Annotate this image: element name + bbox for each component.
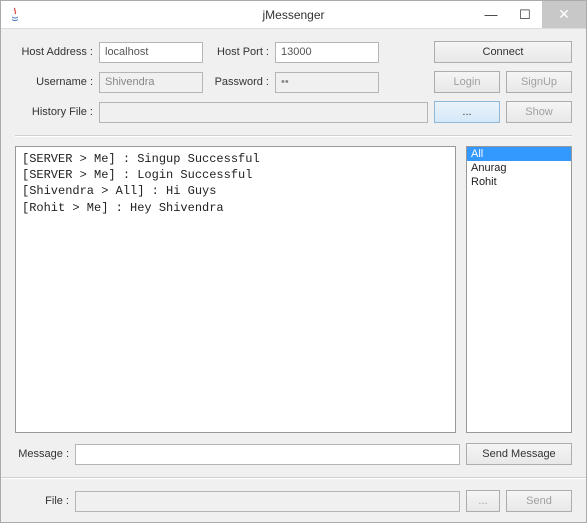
history-show-button[interactable]: Show: [506, 101, 572, 123]
separator-top: [15, 135, 572, 136]
history-file-input[interactable]: [99, 102, 428, 123]
chat-log[interactable]: [SERVER > Me] : Singup Successful [SERVE…: [15, 146, 456, 433]
minimize-button[interactable]: —: [474, 1, 508, 28]
auth-row: Username : Password : Login SignUp: [15, 71, 572, 93]
password-label: Password :: [209, 76, 269, 88]
host-port-label: Host Port :: [209, 46, 269, 58]
titlebar: jMessenger — ☐ ✕: [1, 1, 586, 29]
history-browse-button[interactable]: ...: [434, 101, 500, 123]
message-input[interactable]: [75, 444, 460, 465]
file-input[interactable]: [75, 491, 460, 512]
file-send-button[interactable]: Send: [506, 490, 572, 512]
user-list-item[interactable]: All: [467, 147, 571, 161]
window-title: jMessenger: [262, 8, 324, 22]
host-address-label: Host Address :: [15, 46, 93, 58]
password-input[interactable]: [275, 72, 379, 93]
connect-button[interactable]: Connect: [434, 41, 572, 63]
user-list[interactable]: All Anurag Rohit: [466, 146, 572, 433]
user-list-item[interactable]: Anurag: [467, 161, 571, 175]
history-file-label: History File :: [15, 106, 93, 118]
host-address-input[interactable]: [99, 42, 203, 63]
file-group: File : ... Send: [1, 477, 586, 512]
main-area: [SERVER > Me] : Singup Successful [SERVE…: [15, 146, 572, 433]
file-label: File :: [15, 495, 69, 507]
file-browse-button[interactable]: ...: [466, 490, 500, 512]
java-icon: [7, 7, 23, 23]
login-button[interactable]: Login: [434, 71, 500, 93]
signup-button[interactable]: SignUp: [506, 71, 572, 93]
message-label: Message :: [15, 448, 69, 460]
file-row: File : ... Send: [15, 490, 572, 512]
message-row: Message : Send Message: [15, 443, 572, 465]
maximize-button[interactable]: ☐: [508, 1, 542, 28]
history-row: History File : ... Show: [15, 101, 572, 123]
close-button[interactable]: ✕: [542, 1, 586, 28]
username-input[interactable]: [99, 72, 203, 93]
host-port-input[interactable]: [275, 42, 379, 63]
connection-row: Host Address : Host Port : Connect: [15, 41, 572, 63]
username-label: Username :: [15, 76, 93, 88]
app-window: jMessenger — ☐ ✕ Host Address : Host Por…: [0, 0, 587, 523]
window-controls: — ☐ ✕: [474, 1, 586, 28]
user-list-item[interactable]: Rohit: [467, 175, 571, 189]
content-area: Host Address : Host Port : Connect Usern…: [1, 29, 586, 522]
send-message-button[interactable]: Send Message: [466, 443, 572, 465]
